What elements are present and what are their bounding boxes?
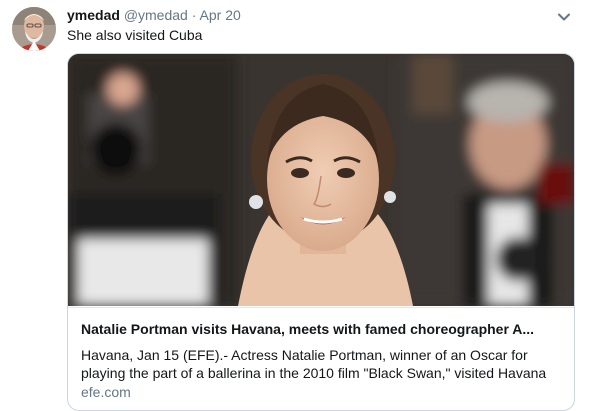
chevron-down-icon[interactable]: [556, 9, 572, 25]
tweet-date[interactable]: Apr 20: [200, 7, 241, 23]
tweet-header: ymedad @ymedad · Apr 20: [67, 6, 241, 24]
card-photo: [68, 54, 574, 306]
card-body[interactable]: Natalie Portman visits Havana, meets wit…: [68, 307, 574, 410]
card-title[interactable]: Natalie Portman visits Havana, meets wit…: [81, 320, 565, 338]
avatar[interactable]: [12, 7, 56, 51]
avatar-image: [12, 7, 56, 51]
user-handle[interactable]: @ymedad: [124, 7, 188, 23]
card-domain[interactable]: efe.com: [81, 383, 131, 401]
card-image[interactable]: [68, 54, 574, 306]
tweet-text: She also visited Cuba: [67, 27, 203, 43]
display-name[interactable]: ymedad: [67, 7, 120, 23]
link-card[interactable]: Natalie Portman visits Havana, meets wit…: [67, 53, 575, 411]
separator-dot: ·: [191, 7, 197, 23]
card-description: Havana, Jan 15 (EFE).- Actress Natalie P…: [81, 347, 547, 381]
